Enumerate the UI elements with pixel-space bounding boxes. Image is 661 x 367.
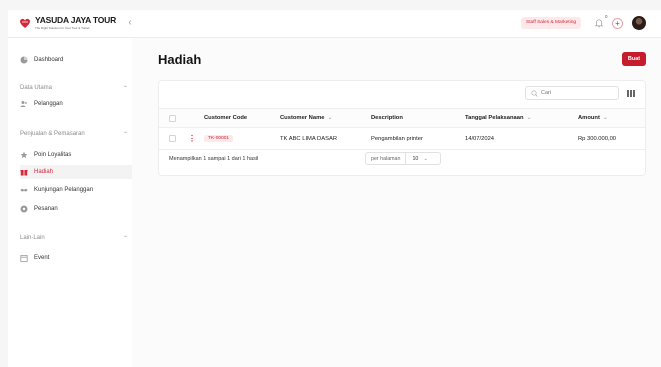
handshake-icon [20, 186, 28, 194]
chevron-up-icon: ⌃ [122, 132, 128, 138]
chevron-down-icon: ⌄ [526, 115, 532, 121]
collapse-sidebar-icon[interactable]: ‹ [125, 18, 135, 28]
column-label: Customer Code [204, 115, 248, 121]
sidebar-item-pesanan[interactable]: Pesanan [20, 202, 132, 216]
search-icon [531, 89, 538, 97]
columns-icon[interactable] [627, 90, 635, 97]
dashboard-icon [20, 56, 28, 64]
brand-logo[interactable]: YASUDA JAYA TOUR The Right Solution for … [18, 15, 116, 30]
column-description[interactable]: Description [371, 109, 403, 127]
customer-code-badge: TK-00001 [204, 135, 234, 142]
column-customer-code[interactable]: Customer Code [204, 109, 247, 127]
avatar[interactable] [632, 16, 646, 30]
page-title: Hadiah [158, 52, 202, 67]
tanggal-cell: 14/07/2024 [465, 135, 495, 142]
sidebar-item-label: Event [34, 255, 50, 261]
description-cell: Pengambilan printer [371, 135, 423, 142]
pagination-summary: Menampilkan 1 sampai 1 dari 1 hasil [169, 156, 259, 162]
sidebar-item-poin-loyalitas[interactable]: Poin Loyalitas [20, 148, 132, 162]
per-page-label: per halaman [366, 153, 407, 164]
top-bar: YASUDA JAYA TOUR The Right Solution for … [8, 10, 661, 38]
search-input[interactable] [541, 90, 601, 96]
column-tanggal[interactable]: Tanggal Pelaksanaan ⌄ [465, 109, 531, 127]
logo-icon [18, 16, 32, 30]
sidebar-item-dashboard[interactable]: Dashboard [20, 53, 132, 67]
sidebar-item-label: Poin Loyalitas [34, 152, 72, 158]
sidebar-section-data-utama[interactable]: Data Utama ⌃ [20, 85, 132, 92]
column-amount[interactable]: Amount ⌄ [578, 109, 608, 127]
order-icon [20, 205, 28, 213]
table-header: Customer Code Customer Name ⌄ Description… [159, 108, 645, 128]
per-page-select[interactable]: per halaman 10 ⌄ [365, 152, 441, 165]
sidebar-section-lain-lain[interactable]: Lain-Lain ⌃ [20, 235, 132, 242]
create-button[interactable]: Buat [622, 52, 646, 66]
sidebar-section-penjualan[interactable]: Penjualan & Pemasaran ⌃ [20, 131, 132, 138]
search-box[interactable] [525, 86, 619, 100]
column-label: Tanggal Pelaksanaan [465, 115, 524, 121]
table-row[interactable]: ⋮ TK-00001 TK ABC LIMA DASAR Pengambilan… [159, 128, 645, 150]
sidebar-item-label: Hadiah [34, 169, 54, 175]
column-label: Customer Name [280, 115, 325, 121]
row-checkbox[interactable] [169, 128, 176, 149]
sidebar-item-kunjungan-pelanggan[interactable]: Kunjungan Pelanggan [20, 183, 132, 197]
sidebar-item-event[interactable]: Event [20, 251, 132, 265]
sidebar-item-pelanggan[interactable]: Pelanggan [20, 97, 132, 111]
customer-name-cell: TK ABC LIMA DASAR [280, 135, 338, 142]
sidebar: Dashboard Data Utama ⌃ Pelanggan Penjual… [8, 38, 132, 367]
section-title: Penjualan & Pemasaran [20, 131, 85, 137]
chevron-down-icon: ⌄ [423, 155, 428, 162]
brand-tagline: The Right Solution for Your Tour & Trave… [35, 26, 90, 30]
sidebar-item-hadiah[interactable]: Hadiah [20, 165, 132, 179]
chevron-down-icon: ⌄ [602, 115, 608, 121]
per-page-value: 10 [412, 155, 419, 162]
section-title: Lain-Lain [20, 235, 45, 241]
sidebar-item-label: Pelanggan [34, 101, 63, 107]
chevron-down-icon: ⌄ [327, 115, 333, 121]
amount-cell: Rp 300.000,00 [578, 135, 617, 142]
role-badge[interactable]: Staff Sales & Marketing [521, 17, 582, 29]
customer-code-cell[interactable]: TK-00001 [204, 128, 234, 149]
section-title: Data Utama [20, 85, 53, 91]
plus-icon[interactable]: + [612, 18, 623, 29]
gift-icon [20, 168, 28, 176]
select-all-checkbox[interactable] [169, 109, 176, 127]
column-label: Amount [578, 115, 600, 121]
data-table-card: Customer Code Customer Name⌄ Description… [158, 80, 646, 176]
sidebar-item-label: Dashboard [34, 57, 64, 63]
chevron-up-icon: ⌃ [122, 86, 128, 92]
chevron-up-icon: ⌃ [122, 236, 128, 242]
column-customer-name[interactable]: Customer Name ⌄ [280, 109, 332, 127]
brand-name: YASUDA JAYA TOUR [35, 15, 117, 25]
main-content: Hadiah Buat Customer Code Customer Name⌄… [132, 38, 661, 367]
row-actions-icon[interactable]: ⋮ [188, 128, 196, 149]
sidebar-item-label: Pesanan [34, 206, 58, 212]
bell-icon[interactable] [594, 18, 604, 28]
star-icon [20, 151, 28, 159]
notification-count: 0 [605, 14, 608, 19]
sidebar-item-label: Kunjungan Pelanggan [34, 187, 94, 193]
calendar-icon [20, 254, 28, 262]
users-icon [20, 100, 28, 108]
column-label: Description [371, 115, 403, 121]
